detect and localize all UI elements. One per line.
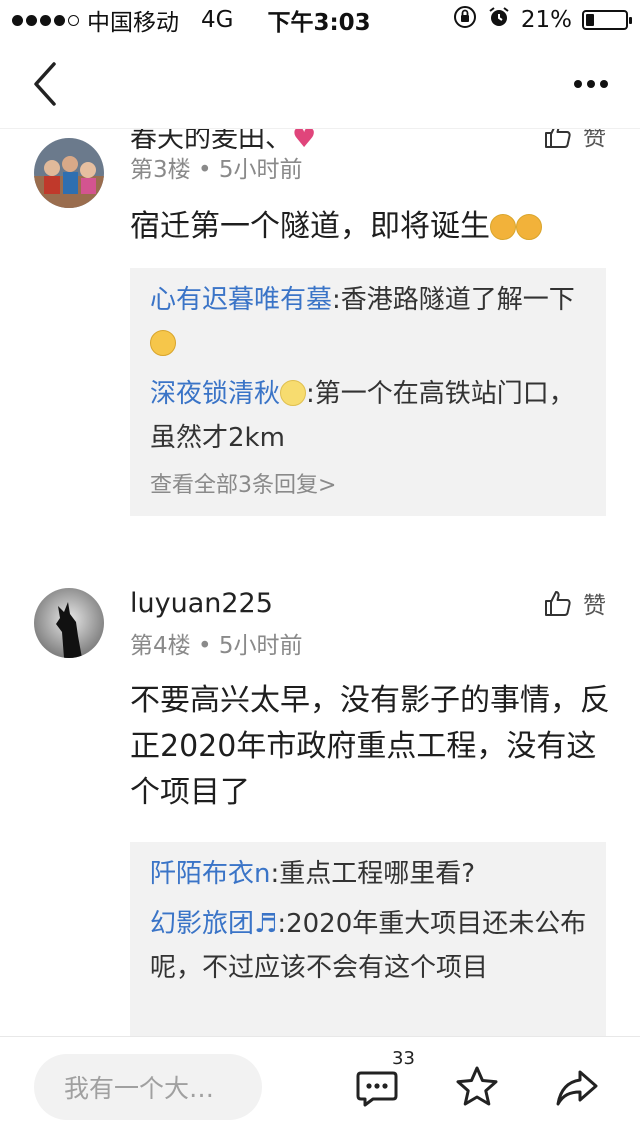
angry-emoji-icon xyxy=(516,214,542,240)
avatar[interactable] xyxy=(34,588,104,658)
comment-text: 不要高兴太早，没有影子的事情，反正2020年市政府重点工程，没有这个项目了 xyxy=(130,683,610,810)
reply-box: 阡陌布衣n:重点工程哪里看? 幻影旅团♬:2020年重大项目还未公布呢，不过应该… xyxy=(130,842,606,1036)
comment-count-badge: 33 xyxy=(392,1047,415,1069)
comment-input[interactable]: 我有一个大… xyxy=(34,1053,262,1120)
comment-meta: 第3楼 • 5小时前 xyxy=(130,157,303,183)
like-button[interactable]: 赞 xyxy=(543,128,606,152)
comment-item: 春天的麦田、♥ 赞 第3楼 • 5小时前 宿迁第一个隧道，即将诞生 心有迟暮唯有… xyxy=(0,128,640,528)
clock: 下午3:03 xyxy=(267,10,371,36)
reply-username[interactable]: 幻影旅团♬ xyxy=(150,909,277,939)
reply-item[interactable]: 幻影旅团♬:2020年重大项目还未公布呢，不过应该不会有这个项目 xyxy=(150,902,588,990)
like-label: 赞 xyxy=(583,128,606,151)
like-button[interactable]: 赞 xyxy=(543,586,606,620)
rotation-lock-icon xyxy=(453,5,477,35)
status-bar: 中国移动 4G 下午3:03 21% xyxy=(0,0,640,40)
nav-bar xyxy=(0,40,640,128)
bottom-action-bar: 我有一个大… 33 xyxy=(0,1036,640,1136)
comment-button[interactable]: 33 xyxy=(352,1048,415,1112)
share-arrow-icon xyxy=(556,1070,598,1105)
angry-emoji-icon xyxy=(490,214,516,240)
thumbs-up-icon xyxy=(545,591,571,616)
comment-username[interactable]: luyuan225 xyxy=(130,588,273,619)
thinking-emoji-icon xyxy=(150,330,176,356)
reply-username[interactable]: 阡陌布衣n xyxy=(150,859,270,889)
comment-text: 宿迁第一个隧道，即将诞生 xyxy=(130,204,610,250)
reply-username[interactable]: 心有迟暮唯有墓 xyxy=(150,285,332,315)
comment-meta: 第4楼 • 5小时前 xyxy=(130,633,303,659)
music-note-icon: ♬ xyxy=(254,909,278,939)
like-label: 赞 xyxy=(583,593,606,619)
reply-item[interactable]: 心有迟暮唯有墓:香港路隧道了解一下 xyxy=(150,278,588,366)
network-type: 4G xyxy=(201,7,234,33)
avatar[interactable] xyxy=(34,138,104,208)
thumbs-up-icon xyxy=(545,128,571,148)
reply-username[interactable]: 深夜锁清秋 xyxy=(150,379,307,409)
comment-bubble-icon xyxy=(356,1071,398,1106)
reply-box: 心有迟暮唯有墓:香港路隧道了解一下 深夜锁清秋:第一个在高铁站门口，虽然才2km… xyxy=(130,268,606,516)
more-dots-icon xyxy=(574,80,582,88)
reply-item[interactable]: 阡陌布衣n:重点工程哪里看? xyxy=(150,852,588,896)
back-button[interactable] xyxy=(30,54,74,114)
star-icon xyxy=(456,1066,498,1105)
comment-list[interactable]: 春天的麦田、♥ 赞 第3楼 • 5小时前 宿迁第一个隧道，即将诞生 心有迟暮唯有… xyxy=(0,128,640,1036)
battery-icon xyxy=(582,10,632,30)
more-options-button[interactable] xyxy=(566,64,616,104)
carrier-name: 中国移动 xyxy=(87,10,179,36)
battery-percent: 21% xyxy=(520,7,572,33)
favorite-button[interactable] xyxy=(452,1062,502,1112)
reply-item[interactable]: 深夜锁清秋:第一个在高铁站门口，虽然才2km xyxy=(150,372,588,460)
alarm-icon xyxy=(487,5,511,35)
chevron-left-icon xyxy=(34,62,56,106)
comment-item: luyuan225 赞 第4楼 • 5小时前 不要高兴太早，没有影子的事情，反正… xyxy=(0,578,640,1036)
share-button[interactable] xyxy=(552,1062,602,1112)
smile-emoji-icon xyxy=(280,380,307,406)
view-all-replies-link[interactable]: 查看全部3条回复> xyxy=(150,466,588,506)
signal-strength-icon xyxy=(12,14,79,26)
